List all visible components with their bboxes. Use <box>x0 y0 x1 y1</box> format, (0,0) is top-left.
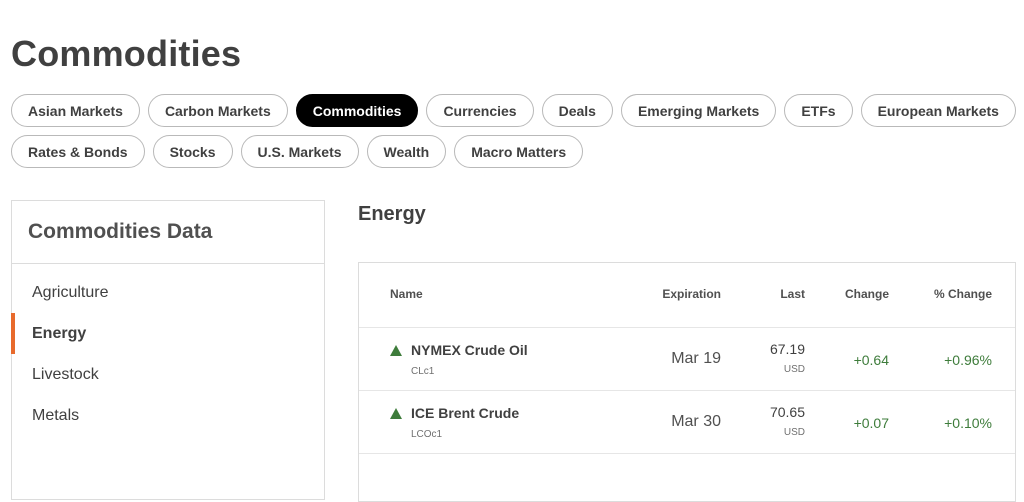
currency-label: USD <box>783 364 805 375</box>
pct-change-value: +0.96% <box>944 352 992 368</box>
header-expiration[interactable]: Expiration <box>662 287 721 301</box>
chip-wealth[interactable]: Wealth <box>366 135 447 168</box>
table-header: Name Expiration Last Change % Change <box>359 263 1015 328</box>
chip-commodities[interactable]: Commodities <box>295 94 419 127</box>
sidebar-item-energy[interactable]: Energy <box>11 313 324 354</box>
chip-stocks[interactable]: Stocks <box>152 135 233 168</box>
chip-asian-markets[interactable]: Asian Markets <box>11 94 140 127</box>
header-name[interactable]: Name <box>390 287 423 301</box>
chip-carbon-markets[interactable]: Carbon Markets <box>147 94 288 127</box>
change-value: +0.64 <box>853 352 889 368</box>
pct-change-value: +0.10% <box>944 415 992 431</box>
last-price: 67.19 <box>769 341 805 357</box>
chip-etfs[interactable]: ETFs <box>784 94 853 127</box>
change-value: +0.07 <box>853 415 889 431</box>
header-pct-change[interactable]: % Change <box>934 287 992 301</box>
last-price: 70.65 <box>769 404 805 420</box>
expiration-value: Mar 19 <box>671 350 721 367</box>
sidebar-item-livestock[interactable]: Livestock <box>12 354 324 395</box>
chip-emerging-markets[interactable]: Emerging Markets <box>620 94 777 127</box>
sidebar-item-metals[interactable]: Metals <box>12 395 324 436</box>
page-title: Commodities <box>11 33 242 74</box>
expiration-value: Mar 30 <box>671 413 721 430</box>
header-change[interactable]: Change <box>845 287 889 301</box>
chip-us-markets[interactable]: U.S. Markets <box>240 135 359 168</box>
energy-quotes-table: Name Expiration Last Change % Change NYM… <box>358 262 1016 502</box>
instrument-name[interactable]: NYMEX Crude Oil <box>411 342 528 358</box>
commodities-data-sidebar: Commodities Data Agriculture Energy Live… <box>11 200 325 500</box>
chip-currencies[interactable]: Currencies <box>426 94 534 127</box>
chip-rates-bonds[interactable]: Rates & Bonds <box>11 135 145 168</box>
header-last[interactable]: Last <box>780 287 805 301</box>
currency-label: USD <box>783 427 805 438</box>
instrument-name[interactable]: ICE Brent Crude <box>411 405 519 421</box>
chip-deals[interactable]: Deals <box>541 94 613 127</box>
instrument-ric: CLc1 <box>411 366 435 377</box>
table-row[interactable]: NYMEX Crude Oil CLc1 Mar 19 67.19 USD +0… <box>359 328 1015 391</box>
chip-european-markets[interactable]: European Markets <box>860 94 1016 127</box>
sidebar-title: Commodities Data <box>12 201 324 264</box>
topic-chips-row-1: Asian Markets Carbon Markets Commodities… <box>11 94 1016 127</box>
instrument-ric: LCOc1 <box>411 429 443 440</box>
up-arrow-icon <box>390 408 402 419</box>
section-title: Energy <box>358 203 426 225</box>
table-row[interactable]: ICE Brent Crude LCOc1 Mar 30 70.65 USD +… <box>359 391 1015 454</box>
topic-chips-row-2: Rates & Bonds Stocks U.S. Markets Wealth… <box>11 135 584 168</box>
up-arrow-icon <box>390 345 402 356</box>
sidebar-item-agriculture[interactable]: Agriculture <box>12 272 324 313</box>
chip-macro-matters[interactable]: Macro Matters <box>454 135 584 168</box>
